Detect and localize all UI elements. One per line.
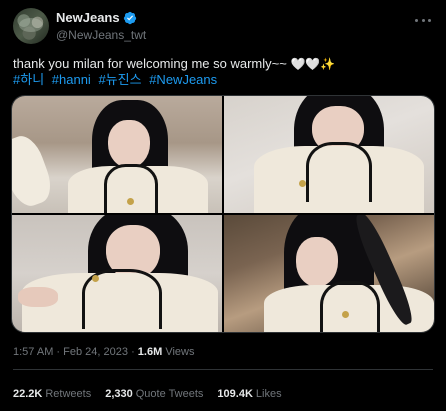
verified-badge-icon — [123, 11, 136, 25]
photo-face — [108, 120, 150, 168]
tweet-photo-3[interactable] — [12, 215, 222, 332]
quotes-stat[interactable]: 2,330 Quote Tweets — [105, 387, 203, 401]
tweet-stats: 22.2K Retweets 2,330 Quote Tweets 109.4K Li… — [13, 387, 296, 401]
display-name-text: NewJeans — [56, 10, 120, 25]
dot — [421, 18, 425, 22]
tweet-photo-2[interactable] — [224, 96, 434, 213]
hashtag-link[interactable]: #뉴진스 — [98, 72, 141, 87]
hashtags: #하니 #hanni #뉴진스 #NewJeans — [13, 71, 433, 88]
photo-button — [299, 180, 306, 187]
photo-trim — [320, 281, 380, 332]
likes-count: 109.4K — [217, 388, 253, 400]
author-names: NewJeans @NewJeans_twt — [56, 10, 146, 43]
photo-button — [342, 311, 349, 318]
dot — [428, 18, 431, 22]
hashtag-link[interactable]: #hanni — [52, 72, 91, 87]
author-display-name[interactable]: NewJeans — [56, 10, 146, 26]
more-options-icon[interactable] — [413, 12, 433, 28]
likes-stat[interactable]: 109.4K Likes — [217, 387, 281, 401]
timestamp-separator: · — [131, 346, 135, 358]
tweet-emoji: 🤍🤍✨ — [290, 57, 336, 71]
timestamp-separator: · — [56, 346, 61, 358]
photo-face — [296, 237, 338, 287]
tweet-photo-1[interactable] — [12, 96, 222, 213]
photo-button — [92, 275, 99, 282]
retweets-stat[interactable]: 22.2K Retweets — [13, 387, 91, 401]
tweet-photo-4[interactable] — [224, 215, 434, 332]
tweet-header: NewJeans @NewJeans_twt — [13, 8, 433, 48]
photo-trim — [306, 142, 372, 202]
tweet-date[interactable]: Feb 24, 2023 — [63, 346, 128, 358]
photo-trim — [104, 164, 158, 213]
tweet-time[interactable]: 1:57 AM — [13, 346, 53, 358]
views-label: Views — [165, 346, 195, 358]
quotes-count: 2,330 — [105, 388, 133, 400]
author-handle[interactable]: @NewJeans_twt — [56, 27, 146, 43]
likes-label: Likes — [255, 388, 282, 400]
hashtag-link[interactable]: #NewJeans — [149, 72, 217, 87]
retweets-label: Retweets — [45, 388, 92, 400]
views-count: 1.6M — [137, 346, 163, 358]
photo-hand — [18, 287, 58, 307]
hashtag-link[interactable]: #하니 — [13, 72, 44, 87]
dot — [415, 18, 418, 22]
tweet-text-body: thank you milan for welcoming me so warm… — [13, 56, 287, 71]
tweet-timestamp: 1:57 AM · Feb 24, 2023 · 1.6M Views — [13, 345, 194, 359]
photo-button — [127, 198, 134, 205]
retweets-count: 22.2K — [13, 388, 43, 400]
media-grid — [11, 95, 435, 333]
quotes-label: Quote Tweets — [135, 388, 204, 400]
avatar[interactable] — [13, 8, 49, 44]
divider — [13, 369, 433, 370]
